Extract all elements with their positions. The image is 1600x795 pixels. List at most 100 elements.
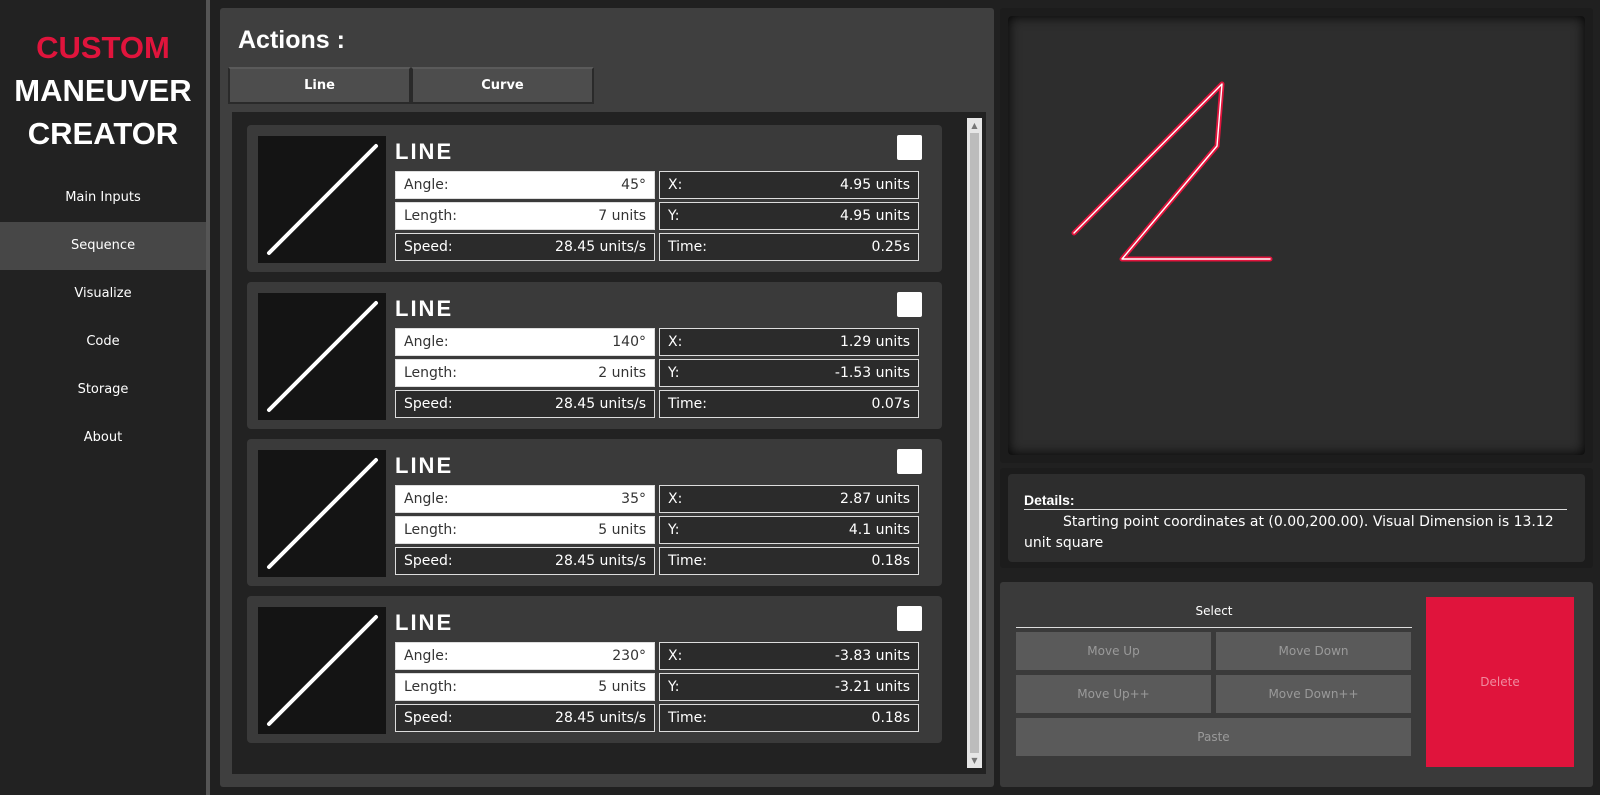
actions-title: Actions :	[238, 26, 345, 54]
angle-field[interactable]: Angle: 140°	[395, 328, 655, 356]
speed-value: 28.45 units/s	[555, 396, 646, 412]
app-logo: CUSTOM MANEUVER CREATOR	[0, 26, 206, 155]
action-card-title: LINE	[395, 610, 454, 635]
angle-value: 45°	[621, 177, 646, 193]
maneuver-path-outer	[1071, 81, 1273, 262]
length-value: 2 units	[598, 365, 646, 381]
angle-label: Angle:	[404, 648, 449, 664]
speed-field: Speed: 28.45 units/s	[395, 547, 655, 575]
speed-field: Speed: 28.45 units/s	[395, 390, 655, 418]
length-value: 7 units	[598, 208, 646, 224]
select-checkbox[interactable]	[897, 449, 922, 474]
scroll-down-arrow-icon[interactable]: ▼	[967, 753, 982, 768]
sidebar-item-sequence[interactable]: Sequence	[0, 222, 206, 270]
move-up-plus-button[interactable]: Move Up++	[1016, 675, 1211, 713]
x-field: X: 2.87 units	[659, 485, 919, 513]
x-label: X:	[668, 648, 683, 664]
angle-field[interactable]: Angle: 35°	[395, 485, 655, 513]
y-value: 4.1 units	[848, 522, 910, 538]
line-thumbnail-icon	[258, 450, 386, 577]
y-label: Y:	[668, 208, 680, 224]
time-label: Time:	[668, 396, 707, 412]
select-checkbox[interactable]	[897, 606, 922, 631]
action-list-scrollbar[interactable]: ▲ ▼	[967, 118, 982, 768]
speed-value: 28.45 units/s	[555, 553, 646, 569]
speed-value: 28.45 units/s	[555, 710, 646, 726]
x-label: X:	[668, 177, 683, 193]
length-label: Length:	[404, 365, 458, 381]
move-down-button[interactable]: Move Down	[1216, 632, 1411, 670]
select-label[interactable]: Select	[1016, 604, 1412, 628]
scroll-thumb[interactable]	[970, 133, 979, 753]
time-label: Time:	[668, 239, 707, 255]
line-thumbnail-icon	[258, 293, 386, 420]
y-value: -3.21 units	[834, 679, 910, 695]
sidebar-item-storage[interactable]: Storage	[0, 366, 206, 414]
logo-line-custom: CUSTOM	[36, 30, 170, 65]
length-label: Length:	[404, 522, 458, 538]
line-thumbnail-icon	[258, 607, 386, 734]
length-field[interactable]: Length: 5 units	[395, 516, 655, 544]
y-field: Y: -1.53 units	[659, 359, 919, 387]
angle-field[interactable]: Angle: 45°	[395, 171, 655, 199]
y-field: Y: 4.1 units	[659, 516, 919, 544]
speed-field: Speed: 28.45 units/s	[395, 233, 655, 261]
x-value: 1.29 units	[839, 334, 910, 350]
add-curve-button[interactable]: Curve	[411, 67, 594, 104]
time-value: 0.25s	[871, 239, 910, 255]
y-field: Y: 4.95 units	[659, 202, 919, 230]
x-field: X: 1.29 units	[659, 328, 919, 356]
paste-button[interactable]: Paste	[1016, 718, 1411, 756]
move-up-button[interactable]: Move Up	[1016, 632, 1211, 670]
sidebar-item-code[interactable]: Code	[0, 318, 206, 366]
x-value: -3.83 units	[834, 648, 910, 664]
action-card: LINE Angle: 35° Length: 5 units Speed: 28.4…	[247, 439, 942, 586]
x-label: X:	[668, 491, 683, 507]
sidebar: CUSTOM MANEUVER CREATOR Main Inputs Sequ…	[0, 0, 206, 795]
action-card: LINE Angle: 45° Length: 7 units Speed: 28.4…	[247, 125, 942, 272]
visualization-panel	[1000, 8, 1593, 463]
details-title: Details:	[1024, 492, 1567, 510]
sidebar-divider	[206, 0, 210, 795]
delete-button[interactable]: Delete	[1426, 597, 1574, 767]
maneuver-canvas	[1008, 16, 1585, 455]
time-label: Time:	[668, 710, 707, 726]
action-card: LINE Angle: 230° Length: 5 units Speed: 28.…	[247, 596, 942, 743]
length-label: Length:	[404, 679, 458, 695]
y-label: Y:	[668, 522, 680, 538]
x-label: X:	[668, 334, 683, 350]
details-text: Starting point coordinates at (0.00,200.…	[1024, 514, 1554, 551]
y-value: -1.53 units	[834, 365, 910, 381]
sidebar-item-visualize[interactable]: Visualize	[0, 270, 206, 318]
length-field[interactable]: Length: 7 units	[395, 202, 655, 230]
angle-label: Angle:	[404, 491, 449, 507]
length-field[interactable]: Length: 2 units	[395, 359, 655, 387]
select-checkbox[interactable]	[897, 292, 922, 317]
logo-line-creator: CREATOR	[27, 116, 179, 151]
line-thumbnail-icon	[258, 136, 386, 263]
speed-label: Speed:	[404, 710, 453, 726]
time-value: 0.07s	[871, 396, 910, 412]
length-field[interactable]: Length: 5 units	[395, 673, 655, 701]
action-card-title: LINE	[395, 296, 454, 321]
add-line-button[interactable]: Line	[228, 67, 411, 104]
select-checkbox[interactable]	[897, 135, 922, 160]
y-value: 4.95 units	[839, 208, 910, 224]
action-card: LINE Angle: 140° Length: 2 units Speed: 28.…	[247, 282, 942, 429]
scroll-up-arrow-icon[interactable]: ▲	[967, 118, 982, 133]
x-value: 4.95 units	[839, 177, 910, 193]
time-field: Time: 0.18s	[659, 547, 919, 575]
y-label: Y:	[668, 365, 680, 381]
sidebar-item-main-inputs[interactable]: Main Inputs	[0, 174, 206, 222]
angle-label: Angle:	[404, 334, 449, 350]
controls-panel: Select Move Up Move Down Move Up++ Move …	[1000, 582, 1593, 787]
length-value: 5 units	[598, 522, 646, 538]
y-label: Y:	[668, 679, 680, 695]
action-card-title: LINE	[395, 453, 454, 478]
sidebar-item-about[interactable]: About	[0, 414, 206, 462]
move-down-plus-button[interactable]: Move Down++	[1216, 675, 1411, 713]
angle-field[interactable]: Angle: 230°	[395, 642, 655, 670]
sidebar-nav: Main Inputs Sequence Visualize Code Stor…	[0, 174, 206, 462]
speed-label: Speed:	[404, 553, 453, 569]
time-field: Time: 0.25s	[659, 233, 919, 261]
